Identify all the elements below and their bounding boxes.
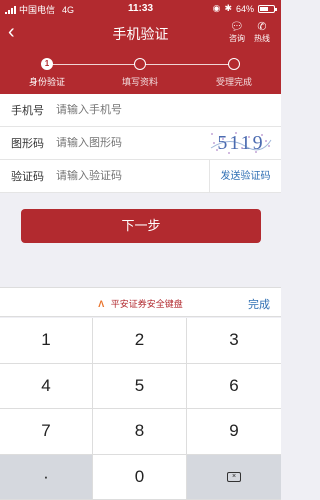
step-complete: 受理完成 xyxy=(199,58,269,88)
nav-bar: ‹ 手机验证 💬︎ 咨询 ✆ 热线 xyxy=(0,18,281,46)
key-4[interactable]: 4 xyxy=(0,363,93,409)
step-info: 填写资料 xyxy=(105,58,175,88)
step-identity: 1 身份验证 xyxy=(12,58,82,88)
key-dot[interactable]: · xyxy=(0,454,93,500)
step-label: 身份验证 xyxy=(28,77,65,87)
hotline-button[interactable]: ✆ 热线 xyxy=(252,21,272,44)
key-3[interactable]: 3 xyxy=(187,318,281,364)
next-button[interactable]: 下一步 xyxy=(21,209,261,243)
step-progress: 1 身份验证 填写资料 受理完成 xyxy=(0,46,281,94)
key-5[interactable]: 5 xyxy=(93,363,187,409)
backspace-icon: × xyxy=(227,471,241,482)
code-label: 验证码 xyxy=(11,171,44,183)
key-1[interactable]: 1 xyxy=(0,318,93,364)
status-bar: 中国电信 4G 11:33 ◉ ✱ 64% xyxy=(0,0,281,18)
keyboard-brand-label: 平安证券安全键盘 xyxy=(110,299,183,309)
captcha-label: 图形码 xyxy=(11,138,44,150)
chat-bubble-icon: 💬︎ xyxy=(230,21,244,33)
captcha-image[interactable]: 5119 xyxy=(209,130,273,156)
consult-label: 咨询 xyxy=(229,34,245,43)
verification-form: 手机号 图形码 5119 验证码 发送验证码 xyxy=(0,94,281,193)
numeric-keypad: 1 2 3 4 5 6 7 8 9 · 0 × xyxy=(0,318,281,500)
phone-input[interactable] xyxy=(56,104,281,116)
key-6[interactable]: 6 xyxy=(187,363,281,409)
step-dot xyxy=(228,58,240,70)
keyboard-brand: Ʌ 平安证券安全键盘 xyxy=(0,297,281,310)
key-0[interactable]: 0 xyxy=(93,454,187,500)
step-label: 填写资料 xyxy=(121,77,158,87)
code-row: 验证码 发送验证码 xyxy=(0,160,281,193)
phone-row: 手机号 xyxy=(0,94,281,127)
keyboard-done-button[interactable]: 完成 xyxy=(248,296,270,312)
send-code-button[interactable]: 发送验证码 xyxy=(209,160,281,193)
bluetooth-icon: ✱ xyxy=(224,3,232,13)
key-2[interactable]: 2 xyxy=(93,318,187,364)
alarm-icon: ◉ xyxy=(212,3,221,13)
step-dot xyxy=(134,58,146,70)
hotline-label: 热线 xyxy=(254,34,270,43)
key-9[interactable]: 9 xyxy=(187,409,281,455)
battery-icon xyxy=(258,4,277,13)
phone-label: 手机号 xyxy=(11,105,44,117)
pingan-logo-icon: Ʌ xyxy=(98,299,105,309)
step-dot: 1 xyxy=(41,58,53,70)
phone-icon: ✆ xyxy=(257,21,267,33)
keyboard-header: Ʌ 平安证券安全键盘 完成 xyxy=(0,287,281,317)
consult-button[interactable]: 💬︎ 咨询 xyxy=(227,21,247,44)
step-label: 受理完成 xyxy=(215,77,252,87)
key-8[interactable]: 8 xyxy=(93,409,187,455)
key-7[interactable]: 7 xyxy=(0,409,93,455)
battery-percent: 64% xyxy=(235,3,254,14)
key-delete[interactable]: × xyxy=(187,454,281,500)
captcha-row: 图形码 5119 xyxy=(0,127,281,160)
captcha-text: 5119 xyxy=(217,132,265,154)
